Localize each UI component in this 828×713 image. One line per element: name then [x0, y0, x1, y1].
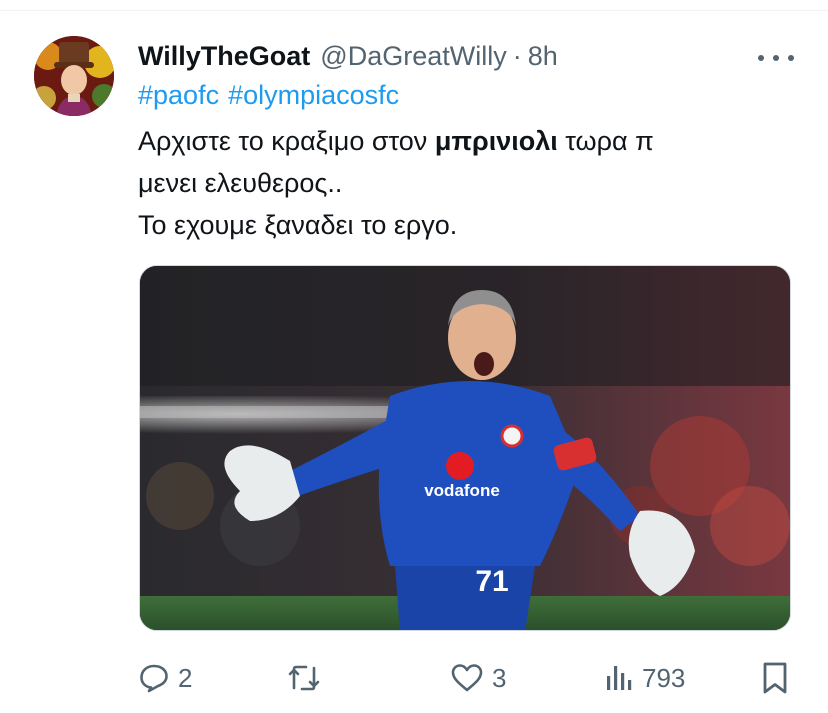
bold-text-segment: μπρινιολι: [434, 126, 558, 156]
goalkeeper-photo: vodafone 71: [140, 266, 790, 630]
avatar[interactable]: [34, 36, 114, 116]
tweet-text-line: μενει ελευθερος..: [138, 168, 343, 198]
more-icon[interactable]: [758, 46, 794, 70]
views-icon: [607, 666, 632, 690]
text-segment: Αρχιστε το κραξιμο στον: [138, 126, 435, 156]
timestamp[interactable]: 8h: [528, 41, 558, 72]
reply-button[interactable]: 2: [138, 656, 192, 700]
repost-button[interactable]: [286, 656, 330, 700]
tweet-header: WillyTheGoat @DaGreatWilly · 8h: [138, 36, 558, 76]
bookmark-icon: [763, 662, 787, 694]
tweet-media-photo[interactable]: vodafone 71: [139, 265, 791, 631]
tweet-actions-bar: 2 3 793: [138, 656, 798, 700]
jersey-sponsor-text: vodafone: [424, 481, 500, 500]
repost-icon: [288, 665, 320, 691]
dot-separator: ·: [512, 40, 522, 71]
text-segment: τωρα π: [557, 126, 654, 156]
avatar-portrait: [34, 36, 114, 116]
tweet-text-line: Αρχιστε το κραξιμο στον μπρινιολι τωρα π: [138, 120, 778, 162]
user-handle[interactable]: @DaGreatWilly: [320, 41, 506, 72]
tweet-text-line: Το εχουμε ξαναδει το εργο.: [138, 210, 458, 240]
display-name[interactable]: WillyTheGoat: [138, 41, 310, 72]
heart-icon: [451, 664, 483, 692]
like-count: 3: [492, 662, 507, 693]
tweet-text: Αρχιστε το κραξιμο στον μπρινιολι τωρα π…: [138, 120, 778, 246]
views-button[interactable]: 793: [604, 656, 685, 700]
like-button[interactable]: 3: [450, 656, 506, 700]
view-count: 793: [642, 662, 686, 693]
hashtags: #paofc #olympiacosfc: [138, 80, 399, 111]
hashtag-link[interactable]: #olympiacosfc: [228, 80, 399, 110]
jersey-number-text: 71: [475, 565, 508, 598]
top-divider: [0, 10, 828, 11]
hashtag-link[interactable]: #paofc: [138, 80, 219, 110]
bookmark-button[interactable]: [760, 656, 790, 700]
reply-icon: [140, 664, 168, 693]
reply-count: 2: [178, 662, 193, 693]
